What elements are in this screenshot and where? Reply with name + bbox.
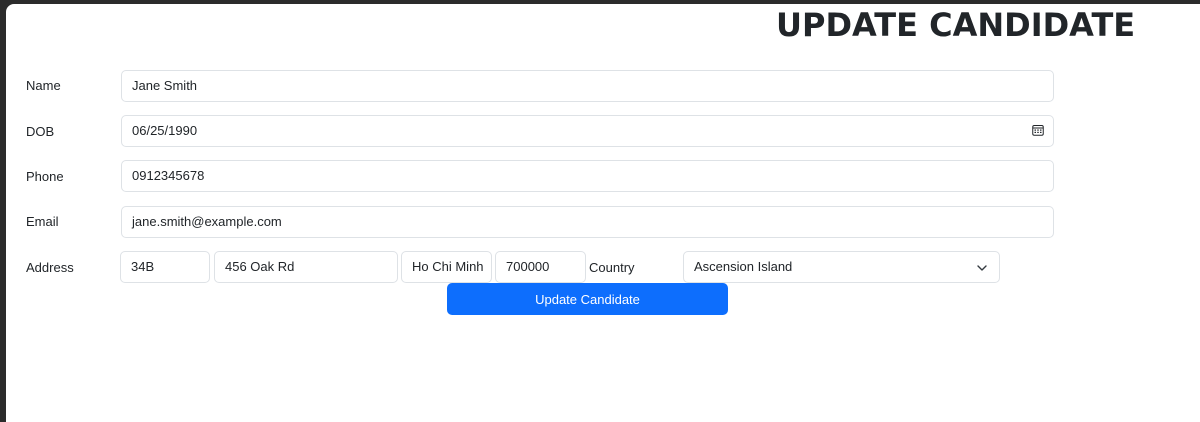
email-input[interactable]: jane.smith@example.com: [121, 206, 1054, 238]
country-select[interactable]: Ascension Island: [683, 251, 1000, 283]
street-input[interactable]: 456 Oak Rd: [214, 251, 398, 283]
dob-label: DOB: [26, 124, 55, 139]
page-title: UPDATE CANDIDATE: [776, 6, 1136, 44]
street-value: 456 Oak Rd: [225, 259, 295, 274]
chevron-down-icon: [977, 265, 987, 271]
address-label: Address: [26, 260, 74, 275]
dob-input[interactable]: 06/25/1990: [121, 115, 1054, 147]
name-label: Name: [26, 78, 61, 93]
phone-label: Phone: [26, 169, 64, 184]
house-number-input[interactable]: 34B: [120, 251, 210, 283]
update-candidate-button[interactable]: Update Candidate: [447, 283, 728, 315]
name-input[interactable]: Jane Smith: [121, 70, 1054, 102]
phone-input[interactable]: 0912345678: [121, 160, 1054, 192]
country-selected-value: Ascension Island: [694, 259, 793, 274]
app-window: UPDATE CANDIDATE Name Jane Smith DOB 06/…: [6, 4, 1200, 422]
country-label: Country: [589, 260, 635, 275]
name-value: Jane Smith: [132, 78, 198, 93]
phone-value: 0912345678: [132, 168, 205, 183]
city-input[interactable]: Ho Chi Minh: [401, 251, 492, 283]
email-label: Email: [26, 214, 59, 229]
house-number-value: 34B: [131, 259, 155, 274]
postal-code-input[interactable]: 700000: [495, 251, 586, 283]
email-value: jane.smith@example.com: [132, 214, 282, 229]
calendar-icon[interactable]: [1032, 124, 1044, 136]
city-value: Ho Chi Minh: [412, 259, 484, 274]
postal-code-value: 700000: [506, 259, 550, 274]
dob-value: 06/25/1990: [132, 123, 198, 138]
